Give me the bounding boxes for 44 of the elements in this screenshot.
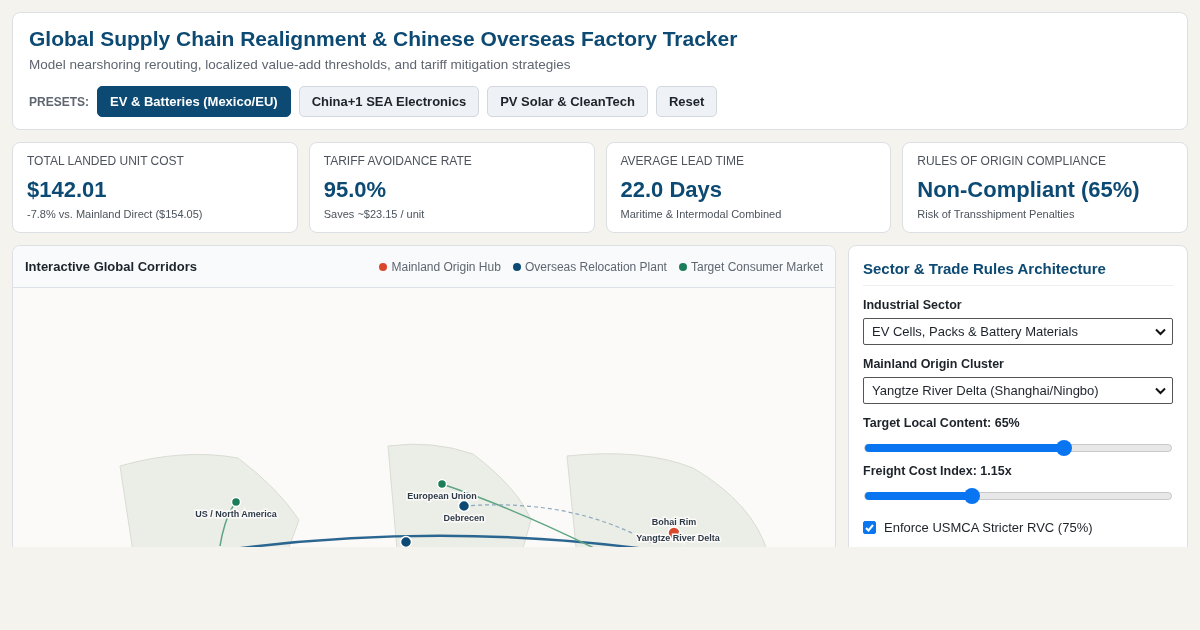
page-title: Global Supply Chain Realignment & Chinese Overseas Factory Tracker: [29, 27, 739, 51]
kpi-label: TARIFF AVOIDANCE RATE: [323, 154, 473, 168]
field-label: Industrial Sector: [863, 298, 963, 312]
kpi-label: RULES OF ORIGIN COMPLIANCE: [917, 154, 1107, 168]
node-label: European Union: [407, 491, 477, 501]
chevron-icon: [1155, 327, 1166, 336]
preset-button[interactable]: EV & Batteries (Mexico/EU): [97, 86, 291, 117]
page-subtitle: Model nearshoring rerouting, localized value-add thresholds, and tariff mitigation strategies: [29, 57, 572, 72]
map-title: Interactive Global Corridors: [25, 259, 197, 274]
kpi-note: Risk of Transshipment Penalties: [917, 208, 1076, 220]
legend-label: Target Consumer Market: [690, 259, 823, 274]
map-node[interactable]: [457, 499, 471, 513]
preset-button[interactable]: China+1 SEA Electronics: [298, 86, 480, 117]
preset-button[interactable]: Reset: [656, 86, 718, 117]
legend-label: Mainland Origin Hub: [391, 259, 501, 274]
sector-select[interactable]: EV Cells, Packs & Battery Materials: [863, 318, 1173, 345]
map-node[interactable]: [399, 535, 413, 547]
map-node[interactable]: [230, 496, 242, 508]
checkbox[interactable]: [863, 521, 876, 534]
map-node[interactable]: [436, 478, 448, 490]
chevron-icon: [1155, 386, 1166, 395]
slider-label: Freight Cost Index: 1.15x: [863, 464, 1013, 478]
kpi-note: Maritime & Intermodal Combined: [620, 208, 783, 220]
cluster-select[interactable]: Yangtze River Delta (Shanghai/Ningbo): [863, 377, 1173, 404]
slider-thumb[interactable]: [964, 488, 981, 504]
node-label: Bohai Rim: [651, 517, 697, 527]
kpi-value: $142.01: [27, 177, 108, 203]
preset-button[interactable]: PV Solar & CleanTech: [487, 86, 648, 117]
kpi-label: AVERAGE LEAD TIME: [620, 154, 746, 168]
kpi-note: Saves ~$23.15 / unit: [323, 208, 426, 220]
kpi-value: Non-Compliant (65%): [917, 177, 1141, 203]
checkbox-label: Enforce USMCA Stricter RVC (75%): [884, 520, 1093, 535]
kpi-value: 95.0%: [323, 177, 388, 203]
panel-title: Sector & Trade Rules Architecture: [863, 260, 1173, 286]
presets-label: PRESETS:: [29, 94, 89, 109]
node-label: Debrecen: [443, 513, 485, 523]
kpi-note: -7.8% vs. Mainland Direct ($154.05): [27, 208, 204, 220]
kpi-label: TOTAL LANDED UNIT COST: [27, 154, 185, 168]
kpi-value: 22.0 Days: [620, 177, 724, 203]
node-label: Yangtze River Delta: [636, 533, 720, 543]
slider-thumb[interactable]: [1055, 440, 1072, 456]
legend-label: Overseas Relocation Plant: [524, 259, 667, 274]
slider-label: Target Local Content: 65%: [863, 416, 1021, 430]
field-label: Mainland Origin Cluster: [863, 357, 1005, 371]
